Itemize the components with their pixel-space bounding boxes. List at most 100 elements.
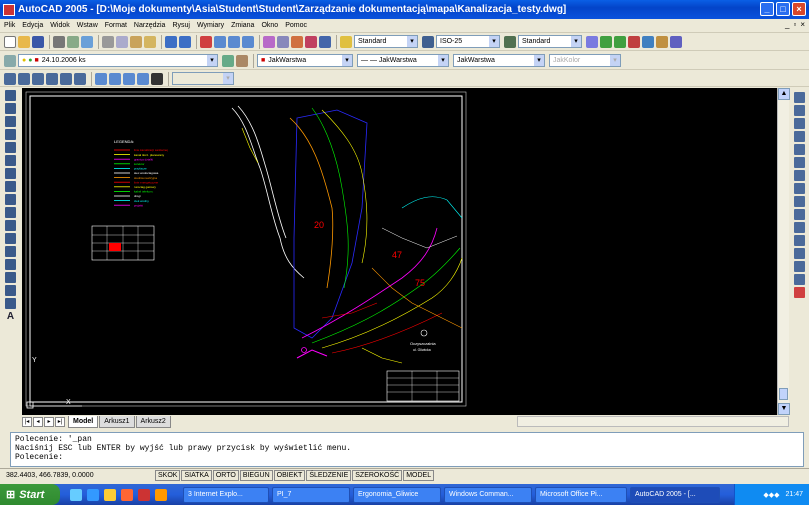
- drawing-canvas[interactable]: LEGENDA: linie kanalizacji sanitarnej kan…: [22, 88, 777, 415]
- copy-object-icon[interactable]: [794, 105, 805, 116]
- publish-icon[interactable]: [81, 35, 93, 48]
- lineweight-toggle[interactable]: SZEROKOŚĆ: [352, 469, 403, 481]
- maximize-button[interactable]: □: [776, 2, 790, 16]
- stretch-icon[interactable]: [794, 196, 805, 207]
- zoom-previous-icon[interactable]: [242, 35, 254, 48]
- scale-icon[interactable]: [794, 183, 805, 194]
- tab-arkusz2[interactable]: Arkusz2: [135, 415, 171, 428]
- save-icon[interactable]: [32, 35, 44, 48]
- line-icon[interactable]: [5, 90, 16, 101]
- camera-icon[interactable]: [151, 72, 163, 85]
- ellipse-arc-icon[interactable]: [5, 220, 16, 231]
- table-icon[interactable]: [5, 298, 16, 309]
- taskbar-item-pi7[interactable]: PI_7: [272, 486, 350, 503]
- otrack-toggle[interactable]: ŚLEDZENIE: [306, 469, 352, 481]
- view-front-icon[interactable]: [18, 72, 30, 85]
- mtext-icon[interactable]: A: [5, 311, 16, 322]
- move-icon[interactable]: [794, 157, 805, 168]
- view-top-icon[interactable]: [32, 72, 44, 85]
- new-file-icon[interactable]: [4, 35, 16, 48]
- ellipse-icon[interactable]: [5, 207, 16, 218]
- cut-icon[interactable]: [102, 35, 114, 48]
- make-block-icon[interactable]: [5, 246, 16, 257]
- rectangle-icon[interactable]: [5, 142, 16, 153]
- tab-model[interactable]: Model: [68, 415, 99, 428]
- arc-icon[interactable]: [5, 155, 16, 166]
- web-icon[interactable]: [600, 35, 612, 48]
- menu-narzedzia[interactable]: Narzędzia: [134, 22, 166, 29]
- polygon-icon[interactable]: [5, 129, 16, 140]
- explode-icon[interactable]: [794, 287, 805, 298]
- break-icon[interactable]: [794, 235, 805, 246]
- color-select[interactable]: ■ JakWarstwa: [257, 54, 353, 67]
- view-right-icon[interactable]: [60, 72, 72, 85]
- scroll-up-arrow[interactable]: ▲: [778, 88, 790, 100]
- view-left-icon[interactable]: [46, 72, 58, 85]
- point-icon[interactable]: [5, 259, 16, 270]
- erase-icon[interactable]: [794, 92, 805, 103]
- shade-icon[interactable]: [642, 35, 654, 48]
- next-tab-button[interactable]: ▸: [44, 416, 54, 427]
- doc-close-button[interactable]: ×: [800, 20, 805, 29]
- vertical-scrollbar[interactable]: ▲ ▼: [777, 88, 790, 415]
- prev-tab-button[interactable]: ◂: [33, 416, 43, 427]
- taskbar-item-ie[interactable]: 3 Internet Explo...: [183, 486, 269, 503]
- menu-widok[interactable]: Widok: [50, 22, 69, 29]
- orbit-icon[interactable]: [614, 35, 626, 48]
- copy-icon[interactable]: [116, 35, 128, 48]
- menu-pomoc[interactable]: Pomoc: [285, 22, 307, 29]
- zoom-toolbar-icon[interactable]: [586, 35, 598, 48]
- iso-ne-icon[interactable]: [123, 72, 135, 85]
- iso-nw-icon[interactable]: [137, 72, 149, 85]
- doc-minimize-button[interactable]: _: [785, 20, 789, 29]
- markup-icon[interactable]: [305, 35, 317, 48]
- text-style-select[interactable]: Standard: [354, 35, 418, 48]
- grid-toggle[interactable]: SIATKA: [181, 469, 212, 481]
- properties-icon[interactable]: [263, 35, 275, 48]
- first-tab-button[interactable]: |◂: [22, 416, 32, 427]
- hatch-icon[interactable]: [5, 272, 16, 283]
- revision-cloud-icon[interactable]: [5, 181, 16, 192]
- tab-arkusz1[interactable]: Arkusz1: [99, 415, 135, 428]
- region-icon[interactable]: [5, 285, 16, 296]
- taskbar-item-ergonomia[interactable]: Ergonomia_Gliwice: [353, 486, 441, 503]
- circle-icon[interactable]: [5, 168, 16, 179]
- menu-format[interactable]: Format: [105, 22, 127, 29]
- make-current-layer-icon[interactable]: [222, 54, 234, 67]
- chamfer-icon[interactable]: [794, 261, 805, 272]
- menu-wymiary[interactable]: Wymiary: [197, 22, 224, 29]
- command-prompt[interactable]: Polecenie:: [15, 453, 799, 462]
- spline-icon[interactable]: [5, 194, 16, 205]
- firefox-icon[interactable]: [155, 488, 167, 501]
- construction-line-icon[interactable]: [5, 103, 16, 114]
- join-icon[interactable]: [794, 248, 805, 259]
- horizontal-scrollbar[interactable]: [517, 416, 789, 427]
- iso-se-icon[interactable]: [109, 72, 121, 85]
- layer-select[interactable]: ● ● ■ 24.10.2006 ks: [18, 54, 218, 67]
- command-window[interactable]: Polecenie: '_pan Naciśnij ESC lub ENTER …: [10, 432, 804, 467]
- array-icon[interactable]: [794, 144, 805, 155]
- menu-wstaw[interactable]: Wstaw: [77, 22, 98, 29]
- lineweight-select[interactable]: JakWarstwa: [453, 54, 545, 67]
- close-button[interactable]: ×: [792, 2, 806, 16]
- view-back-icon[interactable]: [74, 72, 86, 85]
- rotate-icon[interactable]: [794, 170, 805, 181]
- start-button[interactable]: ⊞ Start: [0, 484, 60, 505]
- linetype-select[interactable]: — — JakWarstwa: [357, 54, 449, 67]
- materials-icon[interactable]: [670, 35, 682, 48]
- lights-icon[interactable]: [656, 35, 668, 48]
- menu-okno[interactable]: Okno: [261, 22, 278, 29]
- print-icon[interactable]: [53, 35, 65, 48]
- tool-palettes-icon[interactable]: [291, 35, 303, 48]
- layer-previous-icon[interactable]: [236, 54, 248, 67]
- fillet-icon[interactable]: [794, 274, 805, 285]
- osnap-toggle[interactable]: OBIEKT: [273, 469, 306, 481]
- zoom-realtime-icon[interactable]: [214, 35, 226, 48]
- design-center-icon[interactable]: [277, 35, 289, 48]
- undo-icon[interactable]: [165, 35, 177, 48]
- menu-plik[interactable]: Plik: [4, 22, 15, 29]
- scroll-down-arrow[interactable]: ▼: [778, 403, 790, 415]
- insert-block-icon[interactable]: [5, 233, 16, 244]
- menu-edycja[interactable]: Edycja: [22, 22, 43, 29]
- preview-icon[interactable]: [67, 35, 79, 48]
